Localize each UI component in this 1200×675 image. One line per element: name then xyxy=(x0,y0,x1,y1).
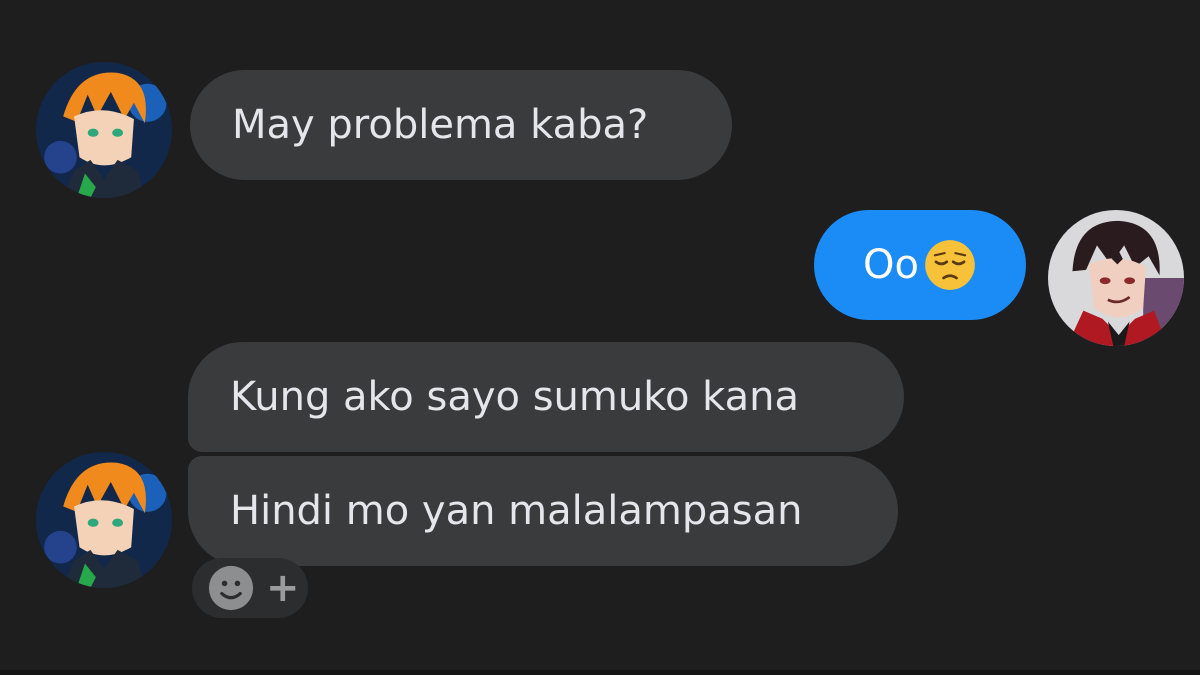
add-reaction-button[interactable]: + xyxy=(192,558,308,618)
message-text: Kung ako sayo sumuko kana xyxy=(230,374,799,420)
my-avatar[interactable] xyxy=(1048,210,1184,346)
message-text: Hindi mo yan malalampasan xyxy=(230,488,803,534)
contact-avatar[interactable] xyxy=(36,62,172,198)
plus-icon: + xyxy=(266,565,300,611)
divider xyxy=(0,670,1200,675)
chat-thread: May problema kaba? Oo Kung ako sayo sumu… xyxy=(0,0,1200,675)
my-avatar-image xyxy=(1048,210,1184,346)
smiley-face-icon xyxy=(208,565,254,611)
outgoing-message-bubble[interactable]: Oo xyxy=(814,210,1026,320)
contact-avatar-image xyxy=(36,62,172,198)
message-text: May problema kaba? xyxy=(232,102,649,148)
contact-avatar[interactable] xyxy=(36,452,172,588)
message-text: Oo xyxy=(863,242,919,288)
incoming-message-bubble[interactable]: May problema kaba? xyxy=(190,70,732,180)
contact-avatar-image xyxy=(36,452,172,588)
pensive-face-emoji xyxy=(925,240,975,290)
incoming-message-bubble[interactable]: Kung ako sayo sumuko kana xyxy=(188,342,904,452)
incoming-message-bubble[interactable]: Hindi mo yan malalampasan xyxy=(188,456,898,566)
